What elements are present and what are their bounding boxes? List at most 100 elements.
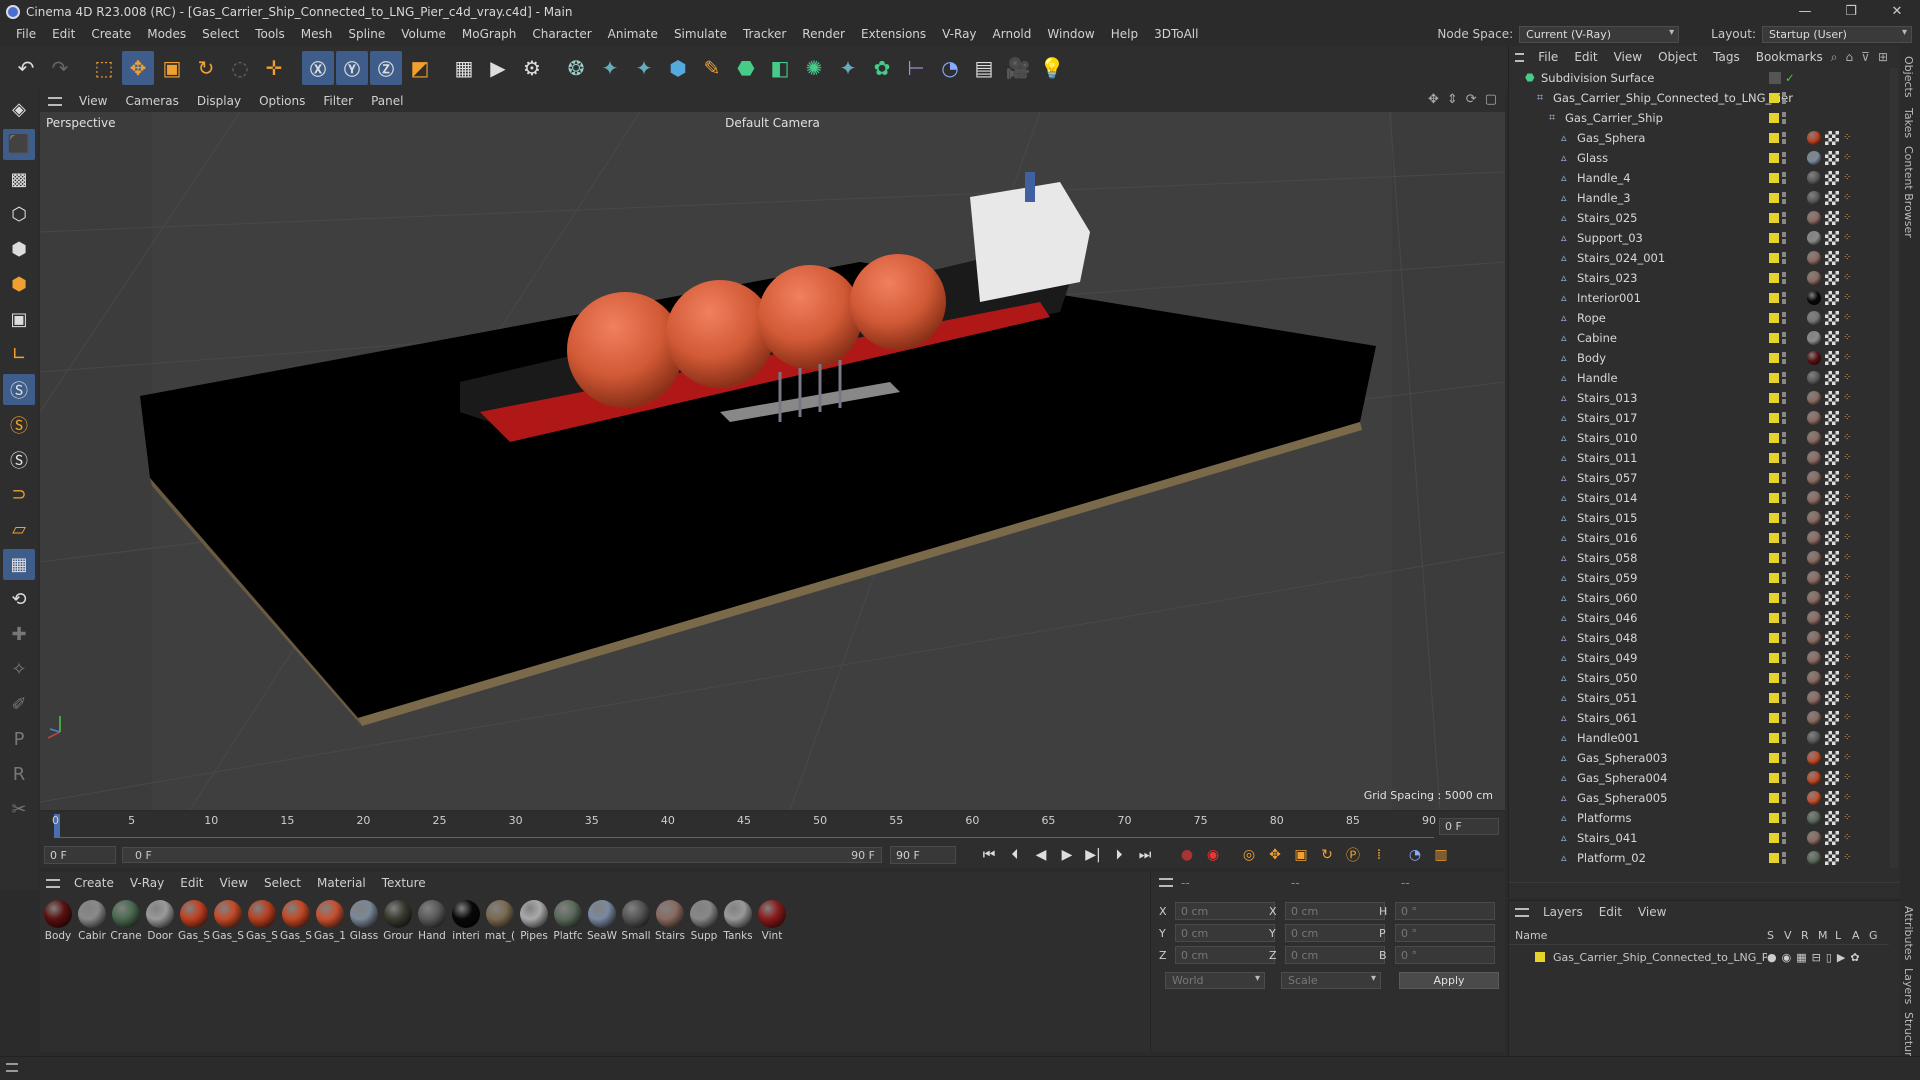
tab-takes[interactable]: Takes: [1902, 108, 1915, 138]
material-menu-edit[interactable]: Edit: [172, 876, 211, 890]
phong-tag-icon[interactable]: ⁘: [1843, 233, 1853, 243]
layer-color-swatch[interactable]: [1769, 153, 1779, 163]
object-row[interactable]: ▵ Stairs_046 ⁘: [1509, 608, 1889, 628]
coord-space-select[interactable]: World: [1165, 972, 1265, 989]
layer-color-swatch[interactable]: [1769, 653, 1779, 663]
layer-color-swatch[interactable]: [1769, 173, 1779, 183]
menu-character[interactable]: Character: [524, 27, 599, 41]
uvw-tag-icon[interactable]: [1825, 831, 1839, 845]
phong-tag-icon[interactable]: ⁘: [1843, 693, 1853, 703]
material-menu-select[interactable]: Select: [256, 876, 309, 890]
material-item[interactable]: Gas_1: [314, 900, 346, 942]
object-row[interactable]: ▵ Stairs_014 ⁘: [1509, 488, 1889, 508]
layers-col-manager[interactable]: M: [1818, 929, 1835, 942]
phong-tag-icon[interactable]: ⁘: [1843, 373, 1853, 383]
coord-value-field[interactable]: 0 °: [1395, 946, 1495, 964]
points-mode-icon[interactable]: ⬡: [3, 199, 35, 230]
layer-color-swatch[interactable]: [1769, 713, 1779, 723]
phong-tag-icon[interactable]: ⁘: [1843, 593, 1853, 603]
tab-layers[interactable]: Layers: [1902, 968, 1915, 1004]
object-row[interactable]: ▵ Stairs_017 ⁘: [1509, 408, 1889, 428]
material-menu-create[interactable]: Create: [66, 876, 122, 890]
layer-animation-icon[interactable]: ▶: [1837, 951, 1845, 964]
material-item[interactable]: Hand: [416, 900, 448, 942]
python-script-2-icon[interactable]: ✦: [628, 51, 660, 85]
layer-color-swatch[interactable]: [1769, 193, 1779, 203]
material-tag-icon[interactable]: [1807, 511, 1821, 525]
uvw-tag-icon[interactable]: [1825, 171, 1839, 185]
material-tag-icon[interactable]: [1807, 551, 1821, 565]
layer-color-swatch[interactable]: [1769, 273, 1779, 283]
uvw-tag-icon[interactable]: [1825, 611, 1839, 625]
layer-color-swatch[interactable]: [1769, 333, 1779, 343]
visibility-dots[interactable]: [1782, 512, 1786, 524]
menu-window[interactable]: Window: [1039, 27, 1102, 41]
viewport-menu-cameras[interactable]: Cameras: [116, 94, 187, 108]
go-to-end-icon[interactable]: ⏭: [1132, 844, 1158, 866]
uvw-tag-icon[interactable]: [1825, 771, 1839, 785]
object-row[interactable]: ▵ Body ⁘: [1509, 348, 1889, 368]
phong-tag-icon[interactable]: ⁘: [1843, 613, 1853, 623]
uvw-tag-icon[interactable]: [1825, 191, 1839, 205]
visibility-dots[interactable]: [1782, 352, 1786, 364]
visibility-dots[interactable]: [1782, 432, 1786, 444]
uvw-tag-icon[interactable]: [1825, 591, 1839, 605]
key-pla-icon[interactable]: ⁞: [1366, 844, 1392, 866]
move-icon[interactable]: ✥: [122, 51, 154, 85]
material-tag-icon[interactable]: [1807, 531, 1821, 545]
layer-color-swatch[interactable]: [1769, 553, 1779, 563]
visibility-dots[interactable]: [1782, 472, 1786, 484]
visibility-dots[interactable]: [1782, 92, 1786, 104]
material-item[interactable]: Stairs: [654, 900, 686, 942]
material-item[interactable]: Door: [144, 900, 176, 942]
visibility-dots[interactable]: [1782, 292, 1786, 304]
previous-frame-icon[interactable]: ◀: [1028, 844, 1054, 866]
material-item[interactable]: Vint: [756, 900, 788, 942]
object-horizontal-scrollbar[interactable]: [1509, 882, 1900, 894]
uvw-tag-icon[interactable]: [1825, 851, 1839, 865]
visibility-dots[interactable]: [1782, 252, 1786, 264]
object-row[interactable]: ▵ Stairs_011 ⁘: [1509, 448, 1889, 468]
object-row[interactable]: ▵ Handle ⁘: [1509, 368, 1889, 388]
layers-menu-layers[interactable]: Layers: [1535, 905, 1591, 919]
visibility-dots[interactable]: [1782, 832, 1786, 844]
visibility-dots[interactable]: [1782, 232, 1786, 244]
layer-color-swatch[interactable]: [1769, 213, 1779, 223]
render-view-icon[interactable]: ▦: [448, 51, 480, 85]
phong-tag-icon[interactable]: ⁘: [1843, 133, 1853, 143]
object-menu-bookmarks[interactable]: Bookmarks: [1748, 50, 1831, 64]
phong-tag-icon[interactable]: ⁘: [1843, 793, 1853, 803]
camera-icon[interactable]: 🎥: [1002, 51, 1034, 85]
visibility-dots[interactable]: [1782, 692, 1786, 704]
object-row[interactable]: ▵ Stairs_010 ⁘: [1509, 428, 1889, 448]
material-item[interactable]: interi: [450, 900, 482, 942]
material-menu-material[interactable]: Material: [309, 876, 374, 890]
uvw-tag-icon[interactable]: [1825, 211, 1839, 225]
object-row-pier[interactable]: ⌗ Gas_Carrier_Ship_Connected_to_LNG_Pier: [1509, 88, 1889, 108]
menu-vray[interactable]: V-Ray: [934, 27, 984, 41]
play-icon[interactable]: ▶: [1054, 844, 1080, 866]
coord-value-field[interactable]: 0 cm: [1285, 946, 1385, 964]
phong-tag-icon[interactable]: ⁘: [1843, 573, 1853, 583]
close-button[interactable]: ✕: [1874, 0, 1920, 23]
visibility-dots[interactable]: [1782, 112, 1786, 124]
key-position-icon[interactable]: ✥: [1262, 844, 1288, 866]
phong-tag-icon[interactable]: ⁘: [1843, 753, 1853, 763]
phong-tag-icon[interactable]: ⁘: [1843, 773, 1853, 783]
object-hamburger-icon[interactable]: [1515, 52, 1525, 62]
viewport-menu-panel[interactable]: Panel: [362, 94, 412, 108]
object-filter-icon[interactable]: ⊽: [1861, 50, 1870, 65]
uvw-tag-icon[interactable]: [1825, 431, 1839, 445]
z-axis-icon[interactable]: Ⓩ: [370, 51, 402, 85]
visibility-dots[interactable]: [1782, 592, 1786, 604]
layer-color-swatch[interactable]: [1769, 733, 1779, 743]
menu-create[interactable]: Create: [83, 27, 139, 41]
key-rotation-icon[interactable]: ↻: [1314, 844, 1340, 866]
menu-help[interactable]: Help: [1103, 27, 1146, 41]
viewport-dolly-icon[interactable]: ⇕: [1447, 92, 1458, 107]
solo-icon[interactable]: Ⓢ: [3, 444, 35, 475]
visibility-dots[interactable]: [1782, 812, 1786, 824]
tab-content-browser[interactable]: Content Browser: [1902, 146, 1915, 238]
layers-col-animation[interactable]: A: [1852, 929, 1869, 942]
material-tag-icon[interactable]: [1807, 751, 1821, 765]
